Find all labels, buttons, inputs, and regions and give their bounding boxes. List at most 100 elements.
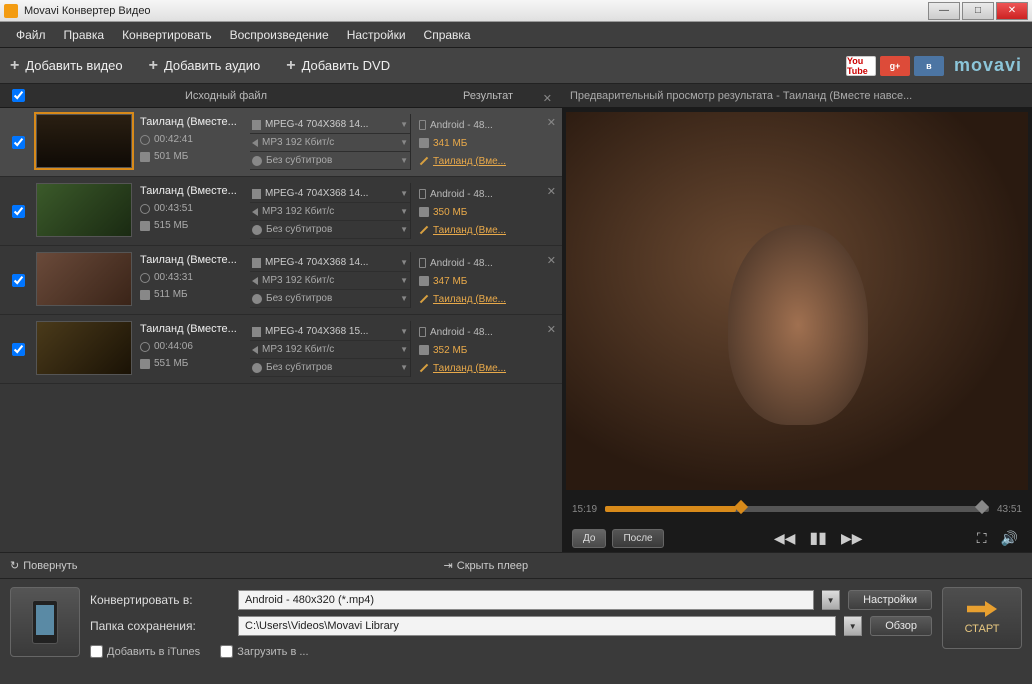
fullscreen-icon[interactable]: ⛶ [973, 530, 991, 547]
item-subtitles[interactable]: Без субтитров▼ [250, 290, 410, 308]
list-item[interactable]: Таиланд (Вместе... 00:42:41 501 МБ MPEG-… [0, 108, 562, 177]
item-format[interactable]: MPEG-4 704X368 14...▼ [250, 185, 410, 203]
start-button[interactable]: СТАРТ [942, 587, 1022, 649]
youtube-icon[interactable]: You Tube [846, 56, 876, 76]
add-dvd-button[interactable]: Добавить DVD [286, 57, 390, 75]
upload-to-checkbox[interactable]: Загрузить в ... [220, 645, 308, 658]
add-video-button[interactable]: Добавить видео [10, 57, 123, 75]
item-audio[interactable]: MP3 192 Кбит/с▼ [250, 203, 410, 221]
save-folder-dropdown-icon[interactable]: ▼ [844, 616, 862, 636]
item-format[interactable]: MPEG-4 704X368 15...▼ [250, 323, 410, 341]
vk-icon[interactable]: в [914, 56, 944, 76]
item-audio[interactable]: MP3 192 Кбит/с▼ [250, 134, 410, 152]
subtitle-icon [252, 225, 262, 235]
item-out-size: 341 МБ [419, 134, 562, 152]
item-out-name[interactable]: Таиланд (Вме... [419, 152, 562, 170]
start-arrow-icon [967, 601, 997, 617]
item-duration: 00:42:41 [140, 134, 250, 145]
item-size: 515 МБ [140, 220, 250, 231]
item-name: Таиланд (Вместе... [140, 185, 250, 197]
remove-output-icon[interactable]: ✕ [547, 116, 556, 129]
remove-output-icon[interactable]: ✕ [547, 323, 556, 336]
minimize-button[interactable]: — [928, 2, 960, 20]
item-size: 511 МБ [140, 289, 250, 300]
speaker-icon [252, 208, 258, 216]
convert-to-field[interactable]: Android - 480x320 (*.mp4) [238, 590, 814, 610]
timeline-slider[interactable] [605, 506, 989, 512]
close-button[interactable]: ✕ [996, 2, 1028, 20]
hide-player-button[interactable]: ⇥Скрыть плеер [444, 559, 529, 572]
item-subtitles[interactable]: Без субтитров▼ [250, 359, 410, 377]
pause-icon[interactable]: ▮▮ [805, 528, 831, 548]
file-list: Таиланд (Вместе... 00:42:41 501 МБ MPEG-… [0, 108, 562, 552]
item-format[interactable]: MPEG-4 704X368 14...▼ [250, 254, 410, 272]
item-thumbnail[interactable] [36, 183, 132, 237]
item-target[interactable]: Android - 48... [419, 185, 562, 203]
add-audio-button[interactable]: Добавить аудио [149, 57, 261, 75]
close-result-icon[interactable]: ✕ [543, 92, 552, 105]
item-out-name[interactable]: Таиланд (Вме... [419, 359, 562, 377]
remove-output-icon[interactable]: ✕ [547, 254, 556, 267]
pencil-icon [420, 364, 428, 372]
preview-video[interactable] [566, 112, 1028, 490]
item-checkbox[interactable] [12, 205, 25, 218]
item-target[interactable]: Android - 48... [419, 323, 562, 341]
disk-icon [140, 359, 150, 369]
item-out-size: 347 МБ [419, 272, 562, 290]
item-subtitles[interactable]: Без субтитров▼ [250, 221, 410, 239]
item-out-name[interactable]: Таиланд (Вме... [419, 290, 562, 308]
menu-help[interactable]: Справка [416, 24, 479, 46]
browse-button[interactable]: Обзор [870, 616, 932, 636]
menu-file[interactable]: Файл [8, 24, 54, 46]
item-subtitles[interactable]: Без субтитров▼ [250, 152, 410, 170]
list-item[interactable]: Таиланд (Вместе... 00:44:06 551 МБ MPEG-… [0, 315, 562, 384]
toolbar: Добавить видео Добавить аудио Добавить D… [0, 48, 1032, 84]
add-itunes-checkbox[interactable]: Добавить в iTunes [90, 645, 200, 658]
header-result-label: Результат [463, 90, 513, 102]
window-title: Movavi Конвертер Видео [24, 5, 928, 17]
item-duration: 00:43:51 [140, 203, 250, 214]
save-folder-field[interactable]: C:\Users\Videos\Movavi Library [238, 616, 836, 636]
chevron-down-icon: ▼ [400, 207, 408, 216]
remove-output-icon[interactable]: ✕ [547, 185, 556, 198]
start-label: СТАРТ [965, 623, 1000, 635]
item-checkbox[interactable] [12, 343, 25, 356]
clock-icon [140, 342, 150, 352]
clock-icon [140, 204, 150, 214]
item-target[interactable]: Android - 48... [419, 116, 562, 134]
disk-icon [419, 276, 429, 286]
subtitle-icon [252, 294, 262, 304]
menu-convert[interactable]: Конвертировать [114, 24, 220, 46]
list-item[interactable]: Таиланд (Вместе... 00:43:51 515 МБ MPEG-… [0, 177, 562, 246]
volume-icon[interactable]: 🔊 [997, 530, 1022, 547]
item-target[interactable]: Android - 48... [419, 254, 562, 272]
item-out-name[interactable]: Таиланд (Вме... [419, 221, 562, 239]
settings-button[interactable]: Настройки [848, 590, 932, 610]
menu-edit[interactable]: Правка [56, 24, 113, 46]
maximize-button[interactable]: □ [962, 2, 994, 20]
item-checkbox[interactable] [12, 274, 25, 287]
forward-icon[interactable]: ▶▶ [837, 530, 867, 547]
item-audio[interactable]: MP3 192 Кбит/с▼ [250, 341, 410, 359]
rotate-button[interactable]: ↻Повернуть [10, 559, 78, 572]
item-format[interactable]: MPEG-4 704X368 14...▼ [250, 116, 410, 134]
item-thumbnail[interactable] [36, 114, 132, 168]
item-audio[interactable]: MP3 192 Кбит/с▼ [250, 272, 410, 290]
item-name: Таиланд (Вместе... [140, 116, 250, 128]
columns-header: Исходный файл Результат✕ Предварительный… [0, 84, 1032, 108]
item-checkbox[interactable] [12, 136, 25, 149]
rewind-icon[interactable]: ◀◀ [770, 530, 800, 547]
list-item[interactable]: Таиланд (Вместе... 00:43:31 511 МБ MPEG-… [0, 246, 562, 315]
convert-to-dropdown-icon[interactable]: ▼ [822, 590, 840, 610]
item-thumbnail[interactable] [36, 321, 132, 375]
before-button[interactable]: До [572, 529, 606, 548]
chevron-down-icon: ▼ [400, 327, 408, 336]
disk-icon [140, 152, 150, 162]
select-all-checkbox[interactable] [12, 89, 25, 102]
item-thumbnail[interactable] [36, 252, 132, 306]
menu-playback[interactable]: Воспроизведение [222, 24, 337, 46]
menu-settings[interactable]: Настройки [339, 24, 414, 46]
googleplus-icon[interactable]: g+ [880, 56, 910, 76]
after-button[interactable]: После [612, 529, 663, 548]
chevron-down-icon: ▼ [400, 276, 408, 285]
